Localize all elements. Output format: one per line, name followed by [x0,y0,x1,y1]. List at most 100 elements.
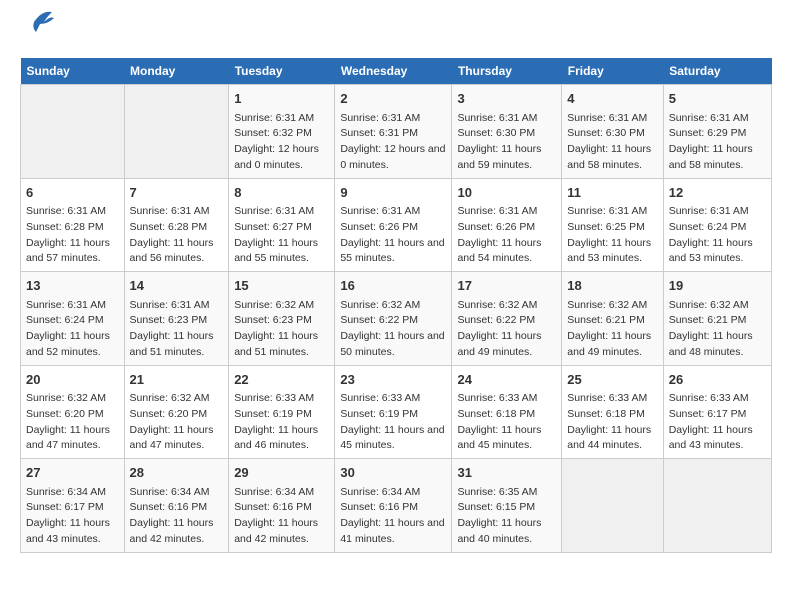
cell-content: Sunrise: 6:31 AM Sunset: 6:28 PM Dayligh… [26,204,119,267]
cell-content: Sunrise: 6:32 AM Sunset: 6:22 PM Dayligh… [340,298,446,361]
calendar-week-row: 13 Sunrise: 6:31 AM Sunset: 6:24 PM Dayl… [21,272,772,366]
day-number: 9 [340,183,446,203]
calendar-cell: 31 Sunrise: 6:35 AM Sunset: 6:15 PM Dayl… [452,459,562,553]
weekday-header-friday: Friday [562,58,663,85]
cell-content: Sunrise: 6:31 AM Sunset: 6:27 PM Dayligh… [234,204,329,267]
sunrise-text: Sunrise: 6:34 AM [130,486,210,498]
day-number: 2 [340,89,446,109]
cell-content: Sunrise: 6:31 AM Sunset: 6:24 PM Dayligh… [669,204,766,267]
calendar-cell: 15 Sunrise: 6:32 AM Sunset: 6:23 PM Dayl… [229,272,335,366]
sunset-text: Sunset: 6:31 PM [340,127,418,139]
sunrise-text: Sunrise: 6:31 AM [26,299,106,311]
daylight-text: Daylight: 11 hours and 47 minutes. [130,424,214,452]
calendar-cell: 14 Sunrise: 6:31 AM Sunset: 6:23 PM Dayl… [124,272,229,366]
calendar-cell: 28 Sunrise: 6:34 AM Sunset: 6:16 PM Dayl… [124,459,229,553]
calendar-cell: 30 Sunrise: 6:34 AM Sunset: 6:16 PM Dayl… [335,459,452,553]
sunrise-text: Sunrise: 6:31 AM [457,205,537,217]
sunrise-text: Sunrise: 6:34 AM [26,486,106,498]
day-number: 14 [130,276,224,296]
day-number: 21 [130,370,224,390]
day-number: 1 [234,89,329,109]
daylight-text: Daylight: 11 hours and 42 minutes. [130,517,214,545]
daylight-text: Daylight: 11 hours and 43 minutes. [669,424,753,452]
calendar-cell: 20 Sunrise: 6:32 AM Sunset: 6:20 PM Dayl… [21,365,125,459]
sunset-text: Sunset: 6:28 PM [130,221,208,233]
daylight-text: Daylight: 11 hours and 58 minutes. [669,143,753,171]
sunset-text: Sunset: 6:19 PM [234,408,312,420]
daylight-text: Daylight: 11 hours and 57 minutes. [26,237,110,265]
daylight-text: Daylight: 11 hours and 59 minutes. [457,143,541,171]
sunset-text: Sunset: 6:25 PM [567,221,645,233]
sunset-text: Sunset: 6:23 PM [130,314,208,326]
cell-content: Sunrise: 6:31 AM Sunset: 6:25 PM Dayligh… [567,204,657,267]
cell-content: Sunrise: 6:34 AM Sunset: 6:16 PM Dayligh… [234,485,329,548]
sunset-text: Sunset: 6:18 PM [457,408,535,420]
sunrise-text: Sunrise: 6:34 AM [340,486,420,498]
daylight-text: Daylight: 11 hours and 49 minutes. [567,330,651,358]
calendar-cell: 22 Sunrise: 6:33 AM Sunset: 6:19 PM Dayl… [229,365,335,459]
weekday-header-monday: Monday [124,58,229,85]
calendar-cell [663,459,771,553]
calendar-cell: 25 Sunrise: 6:33 AM Sunset: 6:18 PM Dayl… [562,365,663,459]
weekday-header-saturday: Saturday [663,58,771,85]
calendar-cell: 17 Sunrise: 6:32 AM Sunset: 6:22 PM Dayl… [452,272,562,366]
sunset-text: Sunset: 6:26 PM [340,221,418,233]
cell-content: Sunrise: 6:33 AM Sunset: 6:18 PM Dayligh… [567,391,657,454]
cell-content: Sunrise: 6:31 AM Sunset: 6:26 PM Dayligh… [340,204,446,267]
calendar-cell: 26 Sunrise: 6:33 AM Sunset: 6:17 PM Dayl… [663,365,771,459]
calendar-cell: 11 Sunrise: 6:31 AM Sunset: 6:25 PM Dayl… [562,178,663,272]
sunset-text: Sunset: 6:16 PM [340,501,418,513]
day-number: 26 [669,370,766,390]
logo [20,20,54,42]
daylight-text: Daylight: 11 hours and 53 minutes. [669,237,753,265]
sunrise-text: Sunrise: 6:31 AM [26,205,106,217]
calendar-cell: 27 Sunrise: 6:34 AM Sunset: 6:17 PM Dayl… [21,459,125,553]
calendar-cell: 8 Sunrise: 6:31 AM Sunset: 6:27 PM Dayli… [229,178,335,272]
sunset-text: Sunset: 6:24 PM [26,314,104,326]
page-header [20,20,772,42]
sunset-text: Sunset: 6:17 PM [26,501,104,513]
cell-content: Sunrise: 6:33 AM Sunset: 6:17 PM Dayligh… [669,391,766,454]
calendar-cell: 29 Sunrise: 6:34 AM Sunset: 6:16 PM Dayl… [229,459,335,553]
daylight-text: Daylight: 11 hours and 52 minutes. [26,330,110,358]
daylight-text: Daylight: 11 hours and 56 minutes. [130,237,214,265]
sunset-text: Sunset: 6:30 PM [457,127,535,139]
cell-content: Sunrise: 6:34 AM Sunset: 6:16 PM Dayligh… [130,485,224,548]
sunrise-text: Sunrise: 6:32 AM [340,299,420,311]
daylight-text: Daylight: 11 hours and 45 minutes. [457,424,541,452]
cell-content: Sunrise: 6:31 AM Sunset: 6:26 PM Dayligh… [457,204,556,267]
daylight-text: Daylight: 11 hours and 44 minutes. [567,424,651,452]
cell-content: Sunrise: 6:34 AM Sunset: 6:16 PM Dayligh… [340,485,446,548]
daylight-text: Daylight: 11 hours and 51 minutes. [234,330,318,358]
calendar-cell: 1 Sunrise: 6:31 AM Sunset: 6:32 PM Dayli… [229,85,335,179]
calendar-body: 1 Sunrise: 6:31 AM Sunset: 6:32 PM Dayli… [21,85,772,553]
weekday-header-row: SundayMondayTuesdayWednesdayThursdayFrid… [21,58,772,85]
sunrise-text: Sunrise: 6:32 AM [567,299,647,311]
calendar-cell [562,459,663,553]
calendar-cell: 24 Sunrise: 6:33 AM Sunset: 6:18 PM Dayl… [452,365,562,459]
daylight-text: Daylight: 11 hours and 49 minutes. [457,330,541,358]
sunrise-text: Sunrise: 6:31 AM [457,112,537,124]
cell-content: Sunrise: 6:33 AM Sunset: 6:18 PM Dayligh… [457,391,556,454]
day-number: 13 [26,276,119,296]
sunset-text: Sunset: 6:23 PM [234,314,312,326]
calendar-week-row: 6 Sunrise: 6:31 AM Sunset: 6:28 PM Dayli… [21,178,772,272]
calendar-cell: 2 Sunrise: 6:31 AM Sunset: 6:31 PM Dayli… [335,85,452,179]
calendar-week-row: 27 Sunrise: 6:34 AM Sunset: 6:17 PM Dayl… [21,459,772,553]
calendar-cell: 3 Sunrise: 6:31 AM Sunset: 6:30 PM Dayli… [452,85,562,179]
sunset-text: Sunset: 6:26 PM [457,221,535,233]
sunrise-text: Sunrise: 6:31 AM [234,205,314,217]
day-number: 23 [340,370,446,390]
day-number: 29 [234,463,329,483]
cell-content: Sunrise: 6:32 AM Sunset: 6:23 PM Dayligh… [234,298,329,361]
cell-content: Sunrise: 6:31 AM Sunset: 6:30 PM Dayligh… [457,111,556,174]
daylight-text: Daylight: 11 hours and 40 minutes. [457,517,541,545]
cell-content: Sunrise: 6:34 AM Sunset: 6:17 PM Dayligh… [26,485,119,548]
day-number: 5 [669,89,766,109]
sunset-text: Sunset: 6:30 PM [567,127,645,139]
sunrise-text: Sunrise: 6:31 AM [567,205,647,217]
day-number: 15 [234,276,329,296]
daylight-text: Daylight: 11 hours and 53 minutes. [567,237,651,265]
cell-content: Sunrise: 6:32 AM Sunset: 6:20 PM Dayligh… [26,391,119,454]
weekday-header-wednesday: Wednesday [335,58,452,85]
